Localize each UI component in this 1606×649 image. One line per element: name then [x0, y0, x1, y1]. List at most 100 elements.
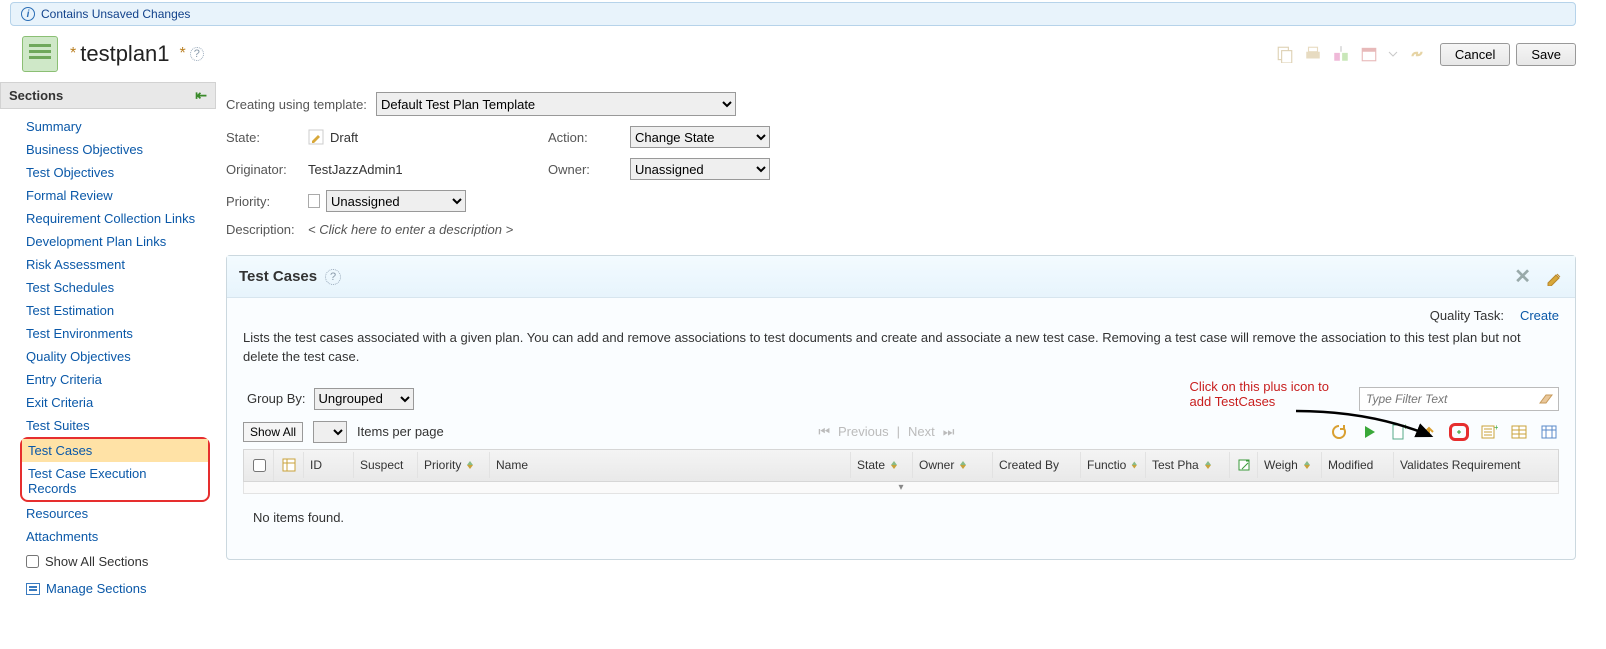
group-by-select[interactable]: Ungrouped [314, 388, 414, 410]
sidebar-title: Sections [9, 88, 63, 103]
upload-icon[interactable] [1419, 423, 1439, 441]
sidebar-item-formal-review[interactable]: Formal Review [12, 184, 216, 207]
draft-pencil-icon [308, 129, 324, 145]
plan-title: testplan1 [80, 41, 169, 67]
col-id[interactable]: ID [304, 452, 354, 478]
info-icon: i [21, 7, 35, 21]
filter-input[interactable] [1364, 391, 1538, 407]
calendar-icon[interactable] [1360, 45, 1378, 63]
new-list-icon[interactable]: + [1479, 423, 1499, 441]
col-select-all[interactable] [244, 450, 274, 481]
refresh-icon[interactable] [1329, 423, 1349, 441]
col-owner[interactable]: Owner [913, 452, 993, 478]
sidebar-manage-sections[interactable]: Manage Sections [12, 575, 216, 602]
template-select[interactable]: Default Test Plan Template [376, 92, 736, 116]
description-label: Description: [226, 222, 308, 237]
pin-icon[interactable]: ⇤ [195, 87, 207, 104]
manage-icon [26, 583, 40, 595]
action-select[interactable]: Change State [630, 126, 770, 148]
dropdown-caret-icon[interactable] [1388, 45, 1398, 63]
close-icon[interactable]: ✕ [1514, 264, 1531, 289]
col-priority[interactable]: Priority [418, 452, 490, 478]
print-icon[interactable] [1304, 45, 1322, 63]
owner-label: Owner: [548, 162, 630, 177]
run-icon[interactable] [1359, 423, 1379, 441]
row-expander[interactable]: ▾ [243, 482, 1559, 494]
col-functional[interactable]: Functio [1081, 452, 1146, 478]
sidebar-item-test-cases[interactable]: Test Cases [22, 439, 208, 462]
group-by-label: Group By: [247, 391, 306, 406]
sidebar-item-test-estimation[interactable]: Test Estimation [12, 299, 216, 322]
sidebar-item-development-links[interactable]: Development Plan Links [12, 230, 216, 253]
export-icon[interactable] [1332, 45, 1350, 63]
main-content: Creating using template: Default Test Pl… [216, 82, 1606, 560]
select-all-checkbox[interactable] [253, 459, 266, 472]
owner-select[interactable]: Unassigned [630, 158, 770, 180]
previous-link[interactable]: Previous [838, 424, 889, 439]
dirty-star-trailing: * [180, 45, 186, 63]
sidebar-item-risk-assessment[interactable]: Risk Assessment [12, 253, 216, 276]
originator-value: TestJazzAdmin1 [308, 162, 488, 177]
state-value: Draft [308, 129, 488, 145]
sidebar-item-quality-objectives[interactable]: Quality Objectives [12, 345, 216, 368]
col-modified[interactable]: Modified [1322, 452, 1394, 478]
cancel-button[interactable]: Cancel [1440, 43, 1510, 66]
show-all-checkbox[interactable] [26, 555, 39, 568]
save-button[interactable]: Save [1516, 43, 1576, 66]
filter-box[interactable] [1359, 387, 1559, 411]
help-icon[interactable]: ? [325, 269, 341, 285]
sidebar-item-summary[interactable]: Summary [12, 115, 216, 138]
edit-section-icon[interactable] [1545, 268, 1563, 286]
col-configure[interactable] [274, 452, 304, 478]
sidebar-item-attachments[interactable]: Attachments [12, 525, 216, 548]
sidebar-item-business-objectives[interactable]: Business Objectives [12, 138, 216, 161]
col-validates[interactable]: Validates Requirement [1394, 452, 1558, 478]
table-icon[interactable] [1509, 423, 1529, 441]
sidebar-item-resources[interactable]: Resources [12, 502, 216, 525]
sidebar-item-requirement-links[interactable]: Requirement Collection Links [12, 207, 216, 230]
col-state[interactable]: State [851, 452, 913, 478]
col-suspect[interactable]: Suspect [354, 452, 418, 478]
col-weight[interactable]: Weigh [1258, 452, 1322, 478]
quality-task-create[interactable]: Create [1520, 308, 1559, 323]
col-name[interactable]: Name [490, 452, 851, 478]
action-label: Action: [548, 130, 630, 145]
sidebar-item-entry-criteria[interactable]: Entry Criteria [12, 368, 216, 391]
sidebar-item-test-objectives[interactable]: Test Objectives [12, 161, 216, 184]
add-test-case-button[interactable] [1449, 423, 1469, 441]
panel-description: Lists the test cases associated with a g… [243, 329, 1559, 367]
panel-title: Test Cases [239, 268, 317, 285]
panel-header: Test Cases ? ✕ [227, 256, 1575, 298]
manage-label: Manage Sections [46, 581, 146, 596]
help-small-icon[interactable]: ? [190, 47, 204, 61]
col-link-icon[interactable] [1230, 452, 1258, 478]
priority-icon [308, 194, 320, 208]
last-page-icon[interactable]: ⏭ [943, 424, 955, 440]
template-label: Creating using template: [226, 97, 376, 112]
first-page-icon[interactable]: ⏮ [818, 424, 830, 440]
col-created-by[interactable]: Created By [993, 452, 1081, 478]
unsaved-changes-bar: i Contains Unsaved Changes [10, 2, 1576, 26]
priority-select[interactable]: Unassigned [326, 190, 466, 212]
col-test-phase[interactable]: Test Pha [1146, 452, 1230, 478]
columns-icon[interactable] [1539, 423, 1559, 441]
show-all-button[interactable]: Show All [243, 422, 303, 442]
unsaved-changes-text: Contains Unsaved Changes [41, 7, 190, 21]
items-per-page-label: Items per page [357, 424, 444, 439]
sidebar-show-all[interactable]: Show All Sections [12, 548, 216, 575]
description-placeholder[interactable]: < Click here to enter a description > [308, 222, 513, 237]
copy-icon[interactable] [1276, 45, 1294, 63]
sidebar-item-test-environments[interactable]: Test Environments [12, 322, 216, 345]
page-size-select[interactable] [313, 421, 347, 443]
header-toolbar [1276, 45, 1426, 63]
sidebar-item-exit-criteria[interactable]: Exit Criteria [12, 391, 216, 414]
sidebar-item-test-suites[interactable]: Test Suites [12, 414, 216, 437]
sidebar-item-test-case-execution-records[interactable]: Test Case Execution Records [22, 462, 208, 500]
panel-toolbar: + + [1329, 423, 1559, 441]
sidebar-item-test-schedules[interactable]: Test Schedules [12, 276, 216, 299]
next-link[interactable]: Next [908, 424, 935, 439]
link-icon[interactable] [1408, 45, 1426, 63]
test-cases-panel: Test Cases ? ✕ Quality Task: Create List… [226, 255, 1576, 560]
new-doc-icon[interactable]: + [1389, 423, 1409, 441]
clear-filter-icon[interactable] [1538, 393, 1554, 405]
